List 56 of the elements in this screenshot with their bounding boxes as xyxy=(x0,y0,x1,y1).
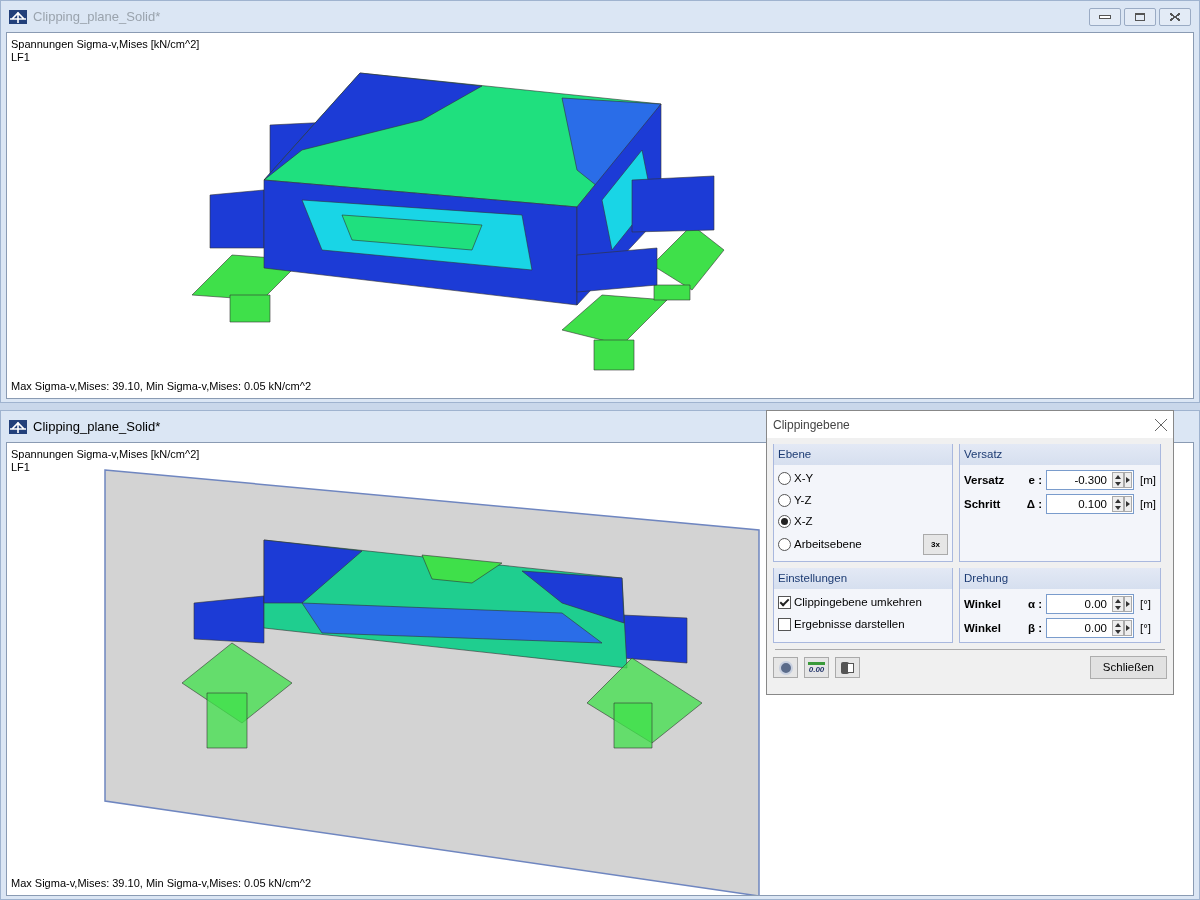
unit-label: [m] xyxy=(1140,472,1156,488)
radio-label[interactable]: Y-Z xyxy=(794,491,812,509)
close-button[interactable]: Schließen xyxy=(1089,656,1167,680)
field-symbol: β : xyxy=(1026,620,1043,636)
result-summary: Max Sigma-v,Mises: 39.10, Min Sigma-v,Mises: 0.05 kN/cm^2 xyxy=(11,378,311,394)
result-summary: Max Sigma-v,Mises: 39.10, Min Sigma-v,Mises: 0.05 kN/cm^2 xyxy=(11,875,311,891)
pick-button[interactable]: 3x xyxy=(923,534,948,555)
field-label: Versatz xyxy=(964,472,1006,488)
checkbox[interactable] xyxy=(778,617,791,631)
spin-button[interactable] xyxy=(1112,596,1124,613)
checkbox[interactable] xyxy=(778,596,791,610)
view-caption: Spannungen Sigma-v,Mises [kN/cm^2] xyxy=(11,448,200,461)
radio-button[interactable] xyxy=(778,538,791,551)
unit-label: [m] xyxy=(1140,496,1156,512)
unit-label: [°] xyxy=(1140,596,1151,612)
view-caption: LF1 xyxy=(11,461,31,474)
window-title: Clipping_plane_Solid* xyxy=(33,417,161,436)
view-caption: Spannungen Sigma-v,Mises [kN/cm^2] xyxy=(11,38,200,51)
minimize-button[interactable] xyxy=(1089,7,1121,26)
app-icon xyxy=(9,9,27,24)
close-button[interactable] xyxy=(1159,7,1191,26)
dialog-title: Clippingebene xyxy=(773,416,850,434)
unit-label: [°] xyxy=(1140,620,1151,636)
step-button[interactable] xyxy=(1124,472,1132,489)
spin-button[interactable] xyxy=(1112,496,1124,513)
app-icon xyxy=(9,419,27,434)
step-button[interactable] xyxy=(1124,620,1132,637)
checkbox-label[interactable]: Clippingebene umkehren xyxy=(794,594,922,612)
radio-button[interactable] xyxy=(778,514,791,528)
help-button[interactable] xyxy=(773,657,798,679)
field-symbol: e : xyxy=(1027,472,1043,488)
copy-button[interactable] xyxy=(835,657,860,679)
step-button[interactable] xyxy=(1124,496,1132,513)
spin-button[interactable] xyxy=(1112,472,1124,489)
radio-label[interactable]: X-Y xyxy=(794,470,814,488)
radio-label[interactable]: X-Z xyxy=(794,512,813,530)
radio-label[interactable]: Arbeitsebene xyxy=(794,535,862,554)
group-title: Drehung xyxy=(960,568,1160,590)
field-label: Winkel xyxy=(964,620,1002,636)
field-symbol: Δ : xyxy=(1025,496,1043,512)
group-title: Einstellungen xyxy=(774,568,952,590)
radio-button[interactable] xyxy=(778,493,791,507)
step-button[interactable] xyxy=(1124,596,1132,613)
group-title: Ebene xyxy=(774,444,952,466)
field-label: Winkel xyxy=(964,596,1002,612)
spin-button[interactable] xyxy=(1112,620,1124,637)
maximize-button[interactable] xyxy=(1124,7,1156,26)
view-caption: LF1 xyxy=(11,51,31,64)
window-title: Clipping_plane_Solid* xyxy=(33,7,161,26)
close-icon[interactable] xyxy=(1155,418,1167,431)
decimal-places-button[interactable]: 0.00 xyxy=(804,657,829,679)
field-symbol: α : xyxy=(1026,596,1043,612)
checkbox-label[interactable]: Ergebnisse darstellen xyxy=(794,615,905,633)
group-title: Versatz xyxy=(960,444,1160,466)
radio-button[interactable] xyxy=(778,472,791,486)
field-label: Schritt xyxy=(964,496,1002,512)
